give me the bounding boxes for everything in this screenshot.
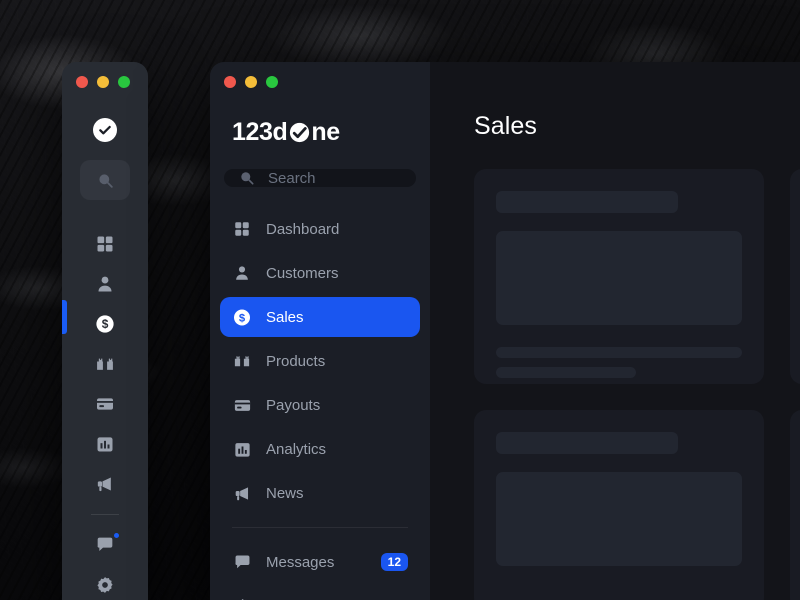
status-badge: 12 bbox=[380, 553, 408, 571]
rail-item-news[interactable] bbox=[80, 464, 130, 504]
check-circle-icon bbox=[93, 118, 117, 142]
minimize-button[interactable] bbox=[97, 76, 109, 88]
sidebar-item-label: Sales bbox=[266, 308, 304, 326]
chat-bubble-icon bbox=[232, 552, 252, 572]
gear-icon bbox=[232, 596, 252, 600]
sidebar-item-label: Analytics bbox=[266, 440, 327, 458]
sidebar-item-label: Payouts bbox=[266, 396, 321, 414]
skeleton-line bbox=[496, 367, 637, 378]
sidebar-divider bbox=[232, 527, 408, 528]
boxes-icon bbox=[232, 351, 252, 371]
skeleton-title bbox=[496, 191, 678, 213]
sidebar-item-dashboard[interactable]: Dashboard bbox=[220, 209, 420, 249]
collapsed-sidebar-window: $ bbox=[62, 62, 148, 600]
window-traffic-lights bbox=[210, 76, 430, 88]
rail-item-dashboard[interactable] bbox=[80, 224, 130, 264]
close-button[interactable] bbox=[76, 76, 88, 88]
brand-text-part1: 123d bbox=[232, 118, 288, 146]
rail-active-indicator bbox=[62, 300, 67, 334]
minimize-button[interactable] bbox=[245, 76, 257, 88]
rail-item-payouts[interactable] bbox=[80, 384, 130, 424]
check-circle-icon bbox=[288, 122, 310, 144]
close-button[interactable] bbox=[224, 76, 236, 88]
dollar-circle-icon: $ bbox=[232, 307, 252, 327]
cards-row-2 bbox=[474, 410, 800, 600]
sidebar-item-label: Products bbox=[266, 352, 326, 370]
skeleton-block bbox=[496, 472, 742, 566]
sidebar-item-label: Messages bbox=[266, 553, 335, 571]
sales-card-2[interactable] bbox=[790, 169, 800, 384]
page-title: Sales bbox=[474, 112, 538, 140]
sidebar-item-news[interactable]: News bbox=[220, 473, 420, 513]
rail-item-settings[interactable] bbox=[80, 565, 130, 600]
bar-chart-icon bbox=[97, 437, 113, 452]
search-placeholder: Search bbox=[268, 169, 316, 187]
brand-logo[interactable]: 123d ne bbox=[232, 118, 430, 147]
rail-item-sales[interactable]: $ bbox=[80, 304, 130, 344]
dollar-circle-icon: $ bbox=[96, 315, 114, 333]
megaphone-icon bbox=[97, 477, 111, 492]
search-icon bbox=[98, 173, 113, 188]
cards-row-1 bbox=[474, 169, 800, 384]
sidebar-item-settings[interactable]: Settings bbox=[220, 586, 420, 600]
rail-traffic-lights bbox=[62, 62, 148, 88]
user-icon bbox=[232, 263, 252, 283]
svg-text:$: $ bbox=[239, 312, 246, 324]
skeleton-line bbox=[496, 347, 742, 358]
sidebar: 123d ne Search Dashboard Customers $ Sal… bbox=[210, 62, 430, 600]
sidebar-item-analytics[interactable]: Analytics bbox=[220, 429, 420, 469]
notification-dot bbox=[112, 531, 121, 540]
sidebar-item-messages[interactable]: Messages 12 bbox=[220, 542, 420, 582]
sidebar-item-label: Dashboard bbox=[266, 220, 340, 238]
bar-chart-icon bbox=[232, 439, 252, 459]
sidebar-item-label: Customers bbox=[266, 264, 339, 282]
sidebar-nav: Dashboard Customers $ Sales Products Pay… bbox=[210, 209, 430, 600]
skeleton-title bbox=[496, 432, 678, 454]
credit-card-icon bbox=[97, 398, 113, 410]
maximize-button[interactable] bbox=[266, 76, 278, 88]
rail-item-products[interactable] bbox=[80, 344, 130, 384]
sales-card-3[interactable] bbox=[474, 410, 764, 600]
search-input[interactable]: Search bbox=[224, 169, 416, 187]
rail-divider bbox=[91, 514, 119, 515]
rail-search-button[interactable] bbox=[80, 160, 130, 200]
megaphone-icon bbox=[232, 483, 252, 503]
rail-item-messages[interactable] bbox=[80, 525, 130, 565]
sidebar-item-customers[interactable]: Customers bbox=[220, 253, 420, 293]
sales-card-4[interactable] bbox=[790, 410, 800, 600]
app-window: 123d ne Search Dashboard Customers $ Sal… bbox=[210, 62, 800, 600]
sidebar-item-sales[interactable]: $ Sales bbox=[220, 297, 420, 337]
gear-icon bbox=[97, 577, 113, 593]
credit-card-icon bbox=[232, 395, 252, 415]
sidebar-item-label: News bbox=[266, 484, 304, 502]
skeleton-block bbox=[496, 231, 742, 325]
sidebar-item-products[interactable]: Products bbox=[220, 341, 420, 381]
sidebar-item-payouts[interactable]: Payouts bbox=[220, 385, 420, 425]
sales-card-1[interactable] bbox=[474, 169, 764, 384]
user-icon bbox=[98, 276, 112, 292]
dashboard-grid-icon bbox=[97, 236, 113, 252]
boxes-icon bbox=[97, 358, 113, 370]
search-icon bbox=[241, 172, 254, 185]
rail-item-customers[interactable] bbox=[80, 264, 130, 304]
brand-text-part2: ne bbox=[311, 118, 340, 146]
main-content: Sales bbox=[430, 62, 800, 600]
svg-text:$: $ bbox=[102, 317, 109, 331]
rail-item-analytics[interactable] bbox=[80, 424, 130, 464]
dashboard-grid-icon bbox=[232, 219, 252, 239]
maximize-button[interactable] bbox=[118, 76, 130, 88]
rail-nav-list: $ bbox=[62, 224, 148, 600]
